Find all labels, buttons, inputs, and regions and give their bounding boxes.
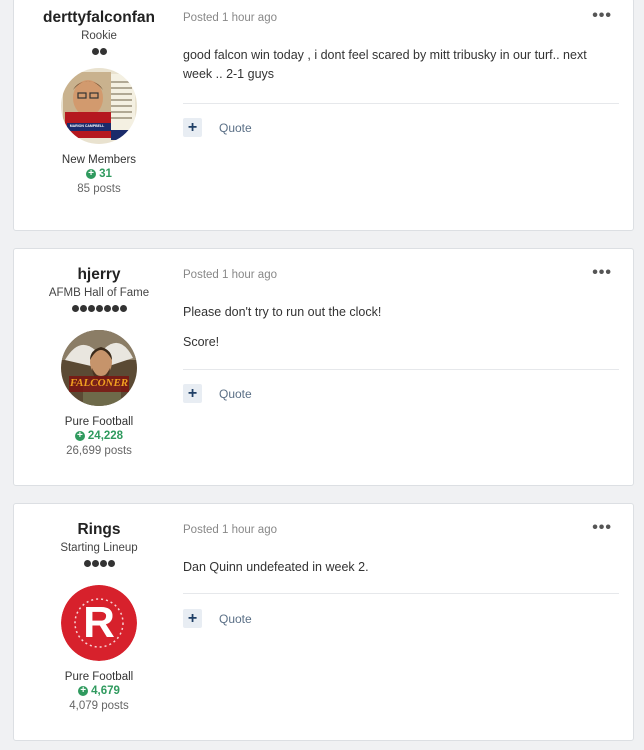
post-count: 26,699 posts bbox=[66, 445, 132, 457]
avatar[interactable]: R bbox=[61, 585, 137, 661]
post-date[interactable]: Posted 1 hour ago bbox=[183, 269, 277, 281]
rank-pip bbox=[83, 560, 91, 567]
plus-circle-icon: + bbox=[78, 686, 89, 696]
author-name[interactable]: hjerry bbox=[14, 266, 184, 284]
author-panel: derttyfalconfan Rookie MARION CAMPBELL N… bbox=[14, 0, 184, 195]
post: derttyfalconfan Rookie MARION CAMPBELL N… bbox=[13, 0, 634, 231]
post-body: good falcon win today , i dont feel scar… bbox=[183, 46, 619, 84]
post-paragraph: Dan Quinn undefeated in week 2. bbox=[183, 560, 369, 574]
author-panel: Rings Starting Lineup R Pure Football + … bbox=[14, 504, 184, 712]
post-actions: + Quote bbox=[183, 118, 252, 137]
rank-pip bbox=[107, 560, 115, 567]
reputation-count: 4,679 bbox=[91, 685, 120, 697]
post-date[interactable]: Posted 1 hour ago bbox=[183, 524, 277, 536]
plus-icon[interactable]: + bbox=[183, 609, 202, 628]
member-group: Pure Football bbox=[64, 416, 134, 428]
reputation-count: 31 bbox=[99, 168, 112, 180]
avatar-caption: MARION CAMPBELL bbox=[69, 124, 105, 128]
member-group: New Members bbox=[61, 154, 137, 166]
ellipsis-icon[interactable]: ••• bbox=[592, 519, 612, 537]
rank-pip bbox=[111, 305, 119, 312]
post-paragraph: good falcon win today , i dont feel scar… bbox=[183, 48, 587, 81]
avatar-caption: R bbox=[83, 598, 115, 647]
post-paragraph: Score! bbox=[183, 335, 220, 349]
post-body: Please don't try to run out the clock! S… bbox=[183, 303, 619, 352]
post-paragraph: Please don't try to run out the clock! bbox=[183, 305, 382, 319]
plus-icon[interactable]: + bbox=[183, 384, 202, 403]
ellipsis-icon[interactable]: ••• bbox=[592, 7, 612, 25]
author-name[interactable]: derttyfalconfan bbox=[14, 9, 184, 27]
author-rank: Starting Lineup bbox=[60, 542, 138, 554]
author-rank: Rookie bbox=[81, 30, 117, 42]
reputation-count: 24,228 bbox=[87, 430, 124, 442]
rank-pips bbox=[14, 560, 184, 568]
member-group: Pure Football bbox=[64, 671, 134, 683]
reputation-badge[interactable]: + 31 bbox=[14, 168, 184, 180]
post-date[interactable]: Posted 1 hour ago bbox=[183, 12, 277, 24]
post-actions: + Quote bbox=[183, 384, 252, 403]
rank-pip bbox=[95, 305, 103, 312]
author-panel: hjerry AFMB Hall of Fame FALCONER Pure F… bbox=[14, 249, 184, 457]
rank-pip bbox=[71, 305, 79, 312]
rank-pip bbox=[79, 305, 87, 312]
plus-circle-icon: + bbox=[74, 431, 85, 441]
plus-circle-icon: + bbox=[86, 169, 97, 179]
avatar-caption: FALCONER bbox=[69, 377, 129, 389]
post-actions: + Quote bbox=[183, 609, 252, 628]
divider bbox=[183, 103, 619, 104]
quote-button[interactable]: Quote bbox=[219, 612, 252, 626]
avatar-image bbox=[61, 68, 137, 144]
avatar[interactable]: MARION CAMPBELL bbox=[61, 68, 137, 144]
quote-button[interactable]: Quote bbox=[219, 121, 252, 135]
ellipsis-icon[interactable]: ••• bbox=[592, 264, 612, 282]
plus-icon[interactable]: + bbox=[183, 118, 202, 137]
rank-pip bbox=[91, 560, 99, 567]
post: hjerry AFMB Hall of Fame FALCONER Pure F… bbox=[13, 248, 634, 486]
quote-button[interactable]: Quote bbox=[219, 387, 252, 401]
rank-pip bbox=[103, 305, 111, 312]
post: Rings Starting Lineup R Pure Football + … bbox=[13, 503, 634, 741]
reputation-badge[interactable]: + 4,679 bbox=[14, 685, 184, 697]
divider bbox=[183, 369, 619, 370]
rank-pip bbox=[119, 305, 127, 312]
avatar[interactable]: FALCONER bbox=[61, 330, 137, 406]
rank-pips bbox=[14, 305, 184, 313]
author-rank: AFMB Hall of Fame bbox=[48, 287, 150, 299]
avatar-image bbox=[61, 330, 137, 406]
rank-pips bbox=[14, 48, 184, 56]
post-count: 85 posts bbox=[77, 183, 121, 195]
post-count: 4,079 posts bbox=[69, 700, 129, 712]
author-name[interactable]: Rings bbox=[14, 521, 184, 539]
post-body: Dan Quinn undefeated in week 2. bbox=[183, 558, 619, 577]
rank-pip bbox=[91, 48, 99, 55]
rank-pip bbox=[99, 560, 107, 567]
rank-pip bbox=[87, 305, 95, 312]
reputation-badge[interactable]: + 24,228 bbox=[14, 430, 184, 442]
divider bbox=[183, 593, 619, 594]
rank-pip bbox=[99, 48, 107, 55]
